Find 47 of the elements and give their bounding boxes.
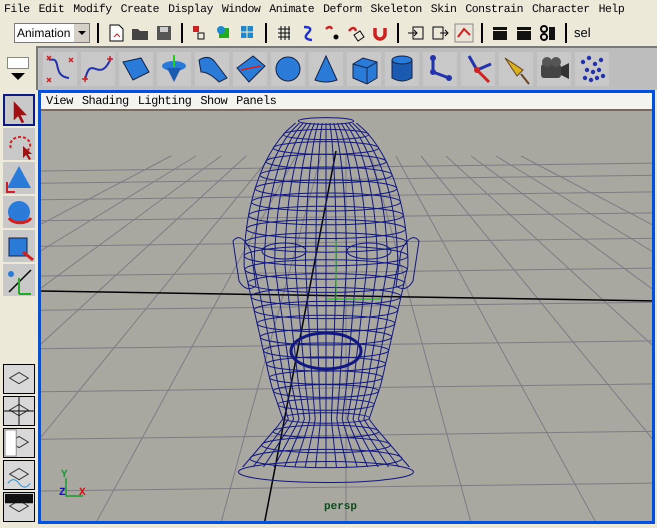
particles-icon[interactable] <box>575 52 609 86</box>
lasso-icon[interactable] <box>3 128 35 160</box>
menu-item[interactable]: Deform <box>323 1 362 19</box>
surface-icon[interactable] <box>233 52 267 86</box>
four-view-layout-icon[interactable] <box>3 396 35 426</box>
cone-icon[interactable] <box>309 52 343 86</box>
cube-icon[interactable] <box>347 52 381 86</box>
camera-label: persp <box>324 500 358 514</box>
curve-points-icon[interactable] <box>43 52 77 86</box>
menu-item[interactable]: Skeleton <box>370 1 422 19</box>
menu-item[interactable]: Modify <box>73 1 112 19</box>
toolbar-label: sel <box>574 24 591 42</box>
scale-tool-icon[interactable] <box>3 230 35 262</box>
curve-icon[interactable] <box>81 52 115 86</box>
joint-icon[interactable] <box>423 52 457 86</box>
manipulator-icon[interactable] <box>3 264 35 296</box>
menu-item[interactable]: Edit <box>38 1 64 19</box>
camera-icon[interactable] <box>537 52 571 86</box>
shelf-menu-arrow-icon[interactable] <box>11 72 25 80</box>
graph-layout-icon[interactable] <box>3 460 35 490</box>
menu-item[interactable]: Window <box>222 1 260 19</box>
mode-dropdown[interactable]: Animation <box>14 23 90 43</box>
cylinder-icon[interactable] <box>385 52 419 86</box>
menu-item[interactable]: Constrain <box>465 1 523 19</box>
single-view-layout-icon[interactable] <box>3 364 35 394</box>
panel-menu-item[interactable]: Show <box>200 92 228 110</box>
spotlight-icon[interactable] <box>499 52 533 86</box>
menu-item[interactable]: Animate <box>269 1 314 19</box>
axis-label: Y <box>61 470 68 481</box>
menu-item[interactable]: Create <box>120 1 160 19</box>
outliner-layout-icon[interactable] <box>3 428 35 458</box>
panel-menu-item[interactable]: View <box>46 92 73 110</box>
render-settings-icon[interactable] <box>538 23 558 43</box>
menu-item[interactable]: Help <box>598 1 624 19</box>
save-icon[interactable] <box>154 23 174 43</box>
axis-label: X <box>79 488 86 499</box>
panel-menu-item[interactable]: Shading <box>82 92 129 110</box>
menu-item[interactable]: Character <box>532 1 590 19</box>
menu-item[interactable]: File <box>4 1 30 19</box>
panel-menu-item[interactable]: Panels <box>236 92 276 110</box>
move-tool-icon[interactable] <box>3 162 35 194</box>
axis-label: Z <box>59 488 66 499</box>
menu-item[interactable]: Display <box>168 1 213 19</box>
panel-menu-item[interactable]: Lighting <box>138 92 192 110</box>
hypergraph-layout-icon[interactable] <box>3 492 35 522</box>
menu-item[interactable]: Skin <box>430 1 456 19</box>
ik-handle-icon[interactable] <box>461 52 495 86</box>
